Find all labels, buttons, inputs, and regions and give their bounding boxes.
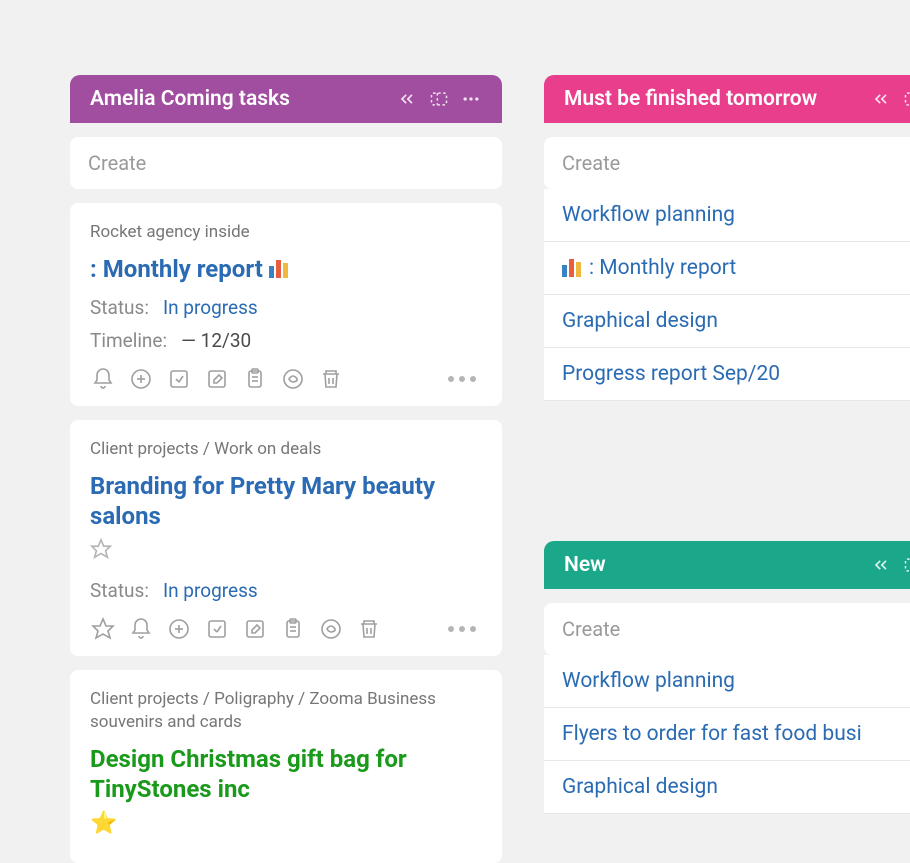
star-icon[interactable] bbox=[90, 616, 116, 642]
card-title: : Monthly report bbox=[90, 254, 482, 284]
trash-icon[interactable] bbox=[318, 366, 344, 392]
status-label: Status: bbox=[90, 296, 149, 319]
list-item[interactable]: : Monthly report bbox=[544, 242, 910, 295]
card-breadcrumb: Rocket agency inside bbox=[90, 221, 482, 244]
collapse-icon[interactable] bbox=[870, 554, 892, 576]
task-card[interactable]: Rocket agency inside : Monthly report St… bbox=[70, 203, 502, 406]
task-card[interactable]: Client projects / Poligraphy / Zooma Bus… bbox=[70, 670, 502, 863]
grid-icon[interactable] bbox=[902, 88, 910, 110]
plus-circle-icon[interactable] bbox=[166, 616, 192, 642]
clipboard-icon[interactable] bbox=[242, 366, 268, 392]
card-breadcrumb: Client projects / Work on deals bbox=[90, 438, 482, 461]
collapse-icon[interactable] bbox=[870, 88, 892, 110]
create-input[interactable]: Create bbox=[544, 137, 910, 189]
list-item[interactable]: Workflow planning bbox=[544, 189, 910, 242]
status-label: Status: bbox=[90, 579, 149, 602]
card-breadcrumb: Client projects / Poligraphy / Zooma Bus… bbox=[90, 688, 482, 734]
grid-icon[interactable] bbox=[902, 554, 910, 576]
sync-icon[interactable] bbox=[280, 366, 306, 392]
star-filled-icon[interactable]: ⭐ bbox=[90, 810, 117, 838]
column-title: New bbox=[564, 553, 870, 577]
list-item[interactable]: Progress report Sep/20 bbox=[544, 348, 910, 401]
status-value: In progress bbox=[163, 579, 258, 602]
card-toolbar bbox=[90, 366, 482, 392]
column-header[interactable]: New bbox=[544, 541, 910, 589]
bell-icon[interactable] bbox=[90, 366, 116, 392]
grid-icon[interactable] bbox=[428, 88, 450, 110]
column-header[interactable]: Amelia Coming tasks bbox=[70, 75, 502, 123]
clipboard-icon[interactable] bbox=[280, 616, 306, 642]
create-input[interactable]: Create bbox=[70, 137, 502, 189]
edit-icon[interactable] bbox=[204, 366, 230, 392]
list-item[interactable]: Flyers to order for fast food busi bbox=[544, 708, 910, 761]
more-icon[interactable] bbox=[460, 88, 482, 110]
send-icon[interactable] bbox=[204, 616, 230, 642]
status-value: In progress bbox=[163, 296, 258, 319]
column-header[interactable]: Must be finished tomorrow bbox=[544, 75, 910, 123]
plus-circle-icon[interactable] bbox=[128, 366, 154, 392]
column-title: Must be finished tomorrow bbox=[564, 87, 870, 111]
trash-icon[interactable] bbox=[356, 616, 382, 642]
timeline-value: — 12/30 bbox=[181, 329, 251, 352]
create-input[interactable]: Create bbox=[544, 603, 910, 655]
edit-icon[interactable] bbox=[242, 616, 268, 642]
task-card[interactable]: Client projects / Work on deals Branding… bbox=[70, 420, 502, 656]
column-title: Amelia Coming tasks bbox=[90, 87, 396, 111]
list-item[interactable]: Graphical design bbox=[544, 295, 910, 348]
card-toolbar bbox=[90, 616, 482, 642]
send-icon[interactable] bbox=[166, 366, 192, 392]
column-new: New Create Workflow planning Flyers to o… bbox=[544, 541, 910, 814]
sync-icon[interactable] bbox=[318, 616, 344, 642]
collapse-icon[interactable] bbox=[396, 88, 418, 110]
timeline-label: Timeline: bbox=[90, 329, 167, 352]
list-item[interactable]: Graphical design bbox=[544, 761, 910, 814]
card-more-icon[interactable] bbox=[448, 626, 482, 632]
column-tomorrow: Must be finished tomorrow Create Workflo… bbox=[544, 75, 910, 401]
card-title: Design Christmas gift bag for TinyStones… bbox=[90, 744, 482, 838]
star-outline-icon[interactable] bbox=[90, 537, 112, 567]
card-title: Branding for Pretty Mary beauty salons bbox=[90, 471, 482, 567]
list-item[interactable]: Workflow planning bbox=[544, 655, 910, 708]
chart-icon bbox=[562, 259, 581, 277]
card-more-icon[interactable] bbox=[448, 376, 482, 382]
bell-icon[interactable] bbox=[128, 616, 154, 642]
column-amelia-tasks: Amelia Coming tasks Create Rocket agency… bbox=[70, 75, 502, 863]
chart-icon bbox=[269, 260, 288, 278]
